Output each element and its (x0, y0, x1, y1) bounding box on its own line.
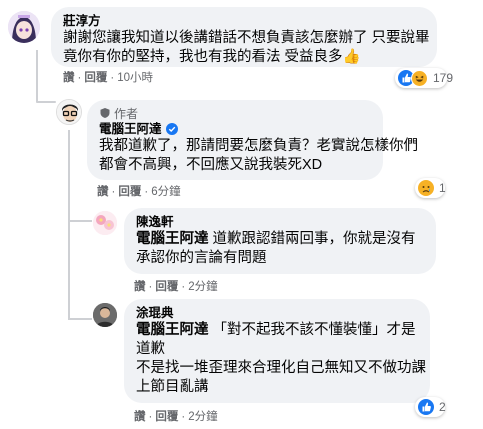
avatar-commenter-4[interactable] (93, 303, 117, 327)
comment-bubble-1: 莊淳方 謝謝您讓我知道以後講錯話不想負責該怎麼辦了 只要說畢 竟你有你的堅持，我… (51, 7, 437, 67)
timestamp[interactable]: 6分鐘 (151, 186, 180, 198)
thread-line-reply1 (68, 220, 92, 222)
comment-bubble-4: 涂琨典 電腦王阿達 「對不起我不該不懂裝懂」才是 道歉 不是找一堆歪理來合理化自… (124, 299, 430, 403)
reply-link[interactable]: 回覆 (118, 186, 141, 198)
author-tag-label: 作者 (114, 106, 139, 121)
comment-actions-4: 讚 · 回覆 · 2分鐘 (134, 411, 218, 423)
reaction-count: 2 (439, 400, 446, 414)
like-reaction-icon (418, 399, 434, 415)
avatar-glasses-man-icon (57, 100, 81, 124)
mention-link[interactable]: 電腦王阿達 (136, 322, 209, 338)
comment-text-line-2: 承認你的言論有問題 (136, 250, 267, 266)
comment-text-line: 謝謝您讓我知道以後講錯話不想負責該怎麼辦了 只要說畢 (63, 30, 430, 46)
comment-text: 「對不起我不該不懂裝懂」才是 (208, 322, 416, 338)
like-link[interactable]: 讚 (134, 411, 146, 423)
reaction-count: 1 (439, 181, 446, 195)
comment-text-line: 我都道歉了，那請問要怎麼負責？老實說怎樣你們 (99, 138, 418, 154)
comment-text-line-2: 竟你有你的堅持，我也有我的看法 受益良多👍 (63, 48, 425, 67)
author-shield-icon (100, 108, 110, 118)
thread-line-main-curve (36, 101, 56, 103)
like-link[interactable]: 讚 (134, 281, 146, 293)
reaction-summary-2[interactable]: 1 (415, 178, 446, 198)
avatar-anime-girl-icon (8, 11, 40, 43)
commenter-name[interactable]: 莊淳方 (63, 13, 425, 29)
thread-line-main (36, 50, 38, 102)
haha-reaction-icon (411, 69, 428, 87)
avatar-flowers-icon (93, 211, 117, 235)
comment-bubble-3: 陳逸軒 電腦王阿達 道歉跟認錯兩回事，你就是沒有 承認你的言論有問題 (124, 208, 436, 274)
comment-text-line-2: 道歉 (136, 341, 165, 357)
mention-link[interactable]: 電腦王阿達 (136, 231, 209, 247)
comment-text-line: 電腦王阿達 「對不起我不該不懂裝懂」才是 (136, 321, 418, 340)
reaction-summary-4[interactable]: 2 (415, 397, 446, 417)
like-link[interactable]: 讚 (63, 72, 75, 84)
thread-line-reply2 (68, 318, 92, 320)
reply-link[interactable]: 回覆 (155, 411, 178, 423)
timestamp[interactable]: 2分鐘 (188, 411, 217, 423)
comment-text-line-3: 不是找一堆歪理來合理化自己無知又不做功課 (136, 360, 426, 376)
commenter-name[interactable]: 涂琨典 (136, 305, 418, 321)
thumbs-up-emoji: 👍 (342, 49, 361, 65)
avatar-commenter-3[interactable] (93, 211, 117, 235)
comment-bubble-2: 作者 電腦王阿達 我都道歉了，那請問要怎麼負責？老實說怎樣你們 都會不高興，不回… (87, 100, 418, 180)
author-name-row: 電腦王阿達 (99, 121, 371, 137)
commenter-name[interactable]: 陳逸軒 (136, 214, 424, 230)
comment-text-line-2: 都會不高興，不回應又說我裝死XD (99, 157, 323, 173)
reply-link[interactable]: 回覆 (84, 72, 107, 84)
avatar-commenter-1[interactable] (8, 11, 40, 43)
reply-link[interactable]: 回覆 (155, 281, 178, 293)
comment-actions-3: 讚 · 回覆 · 2分鐘 (134, 281, 218, 293)
like-link[interactable]: 讚 (97, 186, 109, 198)
comment-text: 道歉跟認錯兩回事，你就是沒有 (208, 231, 416, 247)
timestamp[interactable]: 2分鐘 (188, 281, 217, 293)
comment-actions-1: 讚 · 回覆 · 10小時 (63, 72, 153, 84)
avatar-person-icon (93, 303, 117, 327)
author-tag: 作者 (99, 105, 371, 121)
thread-line-author (68, 130, 70, 320)
reaction-summary-1[interactable]: 179 (395, 68, 453, 88)
comment-text-line: 電腦王阿達 道歉跟認錯兩回事，你就是沒有 (136, 230, 424, 249)
avatar-author[interactable] (56, 99, 82, 125)
comment-text: 竟你有你的堅持，我也有我的看法 受益良多 (63, 49, 343, 65)
timestamp[interactable]: 10小時 (117, 72, 153, 84)
comment-text-line-4: 上節目亂講 (136, 379, 209, 395)
sad-reaction-icon (418, 180, 434, 196)
comment-actions-2: 讚 · 回覆 · 6分鐘 (97, 186, 181, 198)
verified-badge-icon (165, 123, 178, 135)
reaction-count: 179 (433, 71, 454, 85)
commenter-name[interactable]: 電腦王阿達 (99, 121, 162, 137)
